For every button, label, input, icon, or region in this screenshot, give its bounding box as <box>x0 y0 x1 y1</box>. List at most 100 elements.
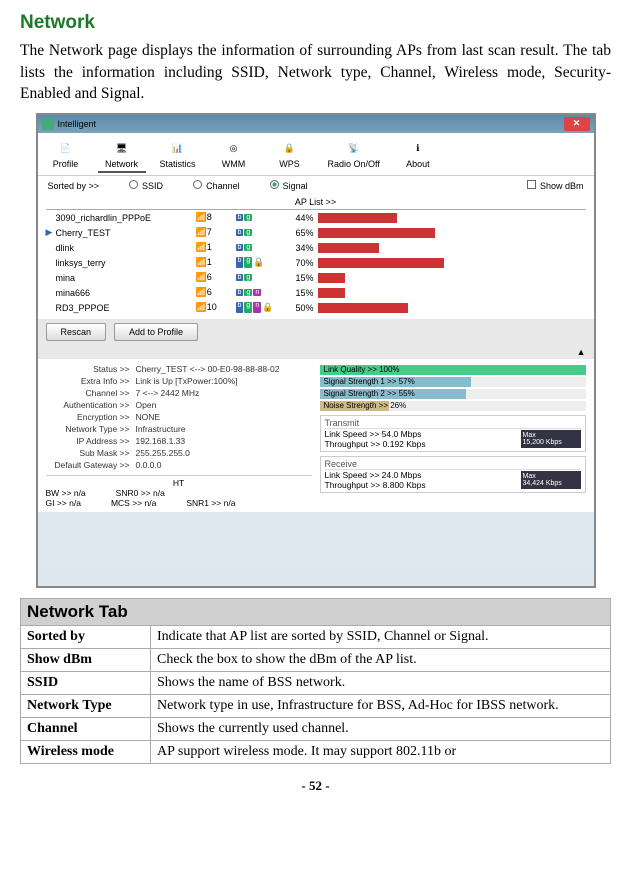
quality-bar: Noise Strength >> 26% <box>320 401 586 411</box>
ap-channel: 📶6 <box>196 287 236 298</box>
mode-g-icon: g <box>244 244 252 251</box>
ap-row[interactable]: linksys_terry 📶1 bg 🔒 70% <box>46 255 586 270</box>
tx-chart: Max15,200 Kbps <box>521 430 581 448</box>
ap-signal: 34% <box>296 243 586 253</box>
section-heading: Network <box>20 12 611 34</box>
ap-channel: 📶8 <box>196 212 236 223</box>
tab-wmm[interactable]: ◎WMM <box>210 135 258 173</box>
quality-bar: Signal Strength 1 >> 57% <box>320 377 586 387</box>
ap-row[interactable]: ▶ Cherry_TEST 📶7 bg 65% <box>46 225 586 240</box>
wps-icon: 🔒 <box>274 137 306 159</box>
ap-list-header: AP List >> <box>46 195 586 210</box>
mode-n-icon: n <box>253 302 261 313</box>
tab-statistics[interactable]: 📊Statistics <box>154 135 202 173</box>
add-to-profile-button[interactable]: Add to Profile <box>114 323 198 341</box>
window-title: Intelligent <box>58 119 97 129</box>
toolbar: 📄Profile 🖥Network 📊Statistics ◎WMM 🔒WPS … <box>38 133 594 176</box>
ap-row[interactable]: mina666 📶6 bgn 15% <box>46 285 586 300</box>
network-tab-table: Network Tab Sorted byIndicate that AP li… <box>20 598 611 764</box>
app-icon <box>42 118 54 130</box>
ap-row[interactable]: RD3_PPPOE 📶10 bgn 🔒 50% <box>46 300 586 315</box>
mode-g-icon: g <box>244 289 252 296</box>
detail-row: Network Type >>Infrastructure <box>46 423 312 435</box>
network-icon: 🖥 <box>106 137 138 159</box>
ht-snr1: SNR1 >> n/a <box>186 498 235 508</box>
show-dbm-checkbox[interactable]: Show dBm <box>527 180 584 191</box>
tab-radio[interactable]: 📡Radio On/Off <box>322 135 386 173</box>
mode-b-icon: b <box>236 257 244 268</box>
mode-b-icon: b <box>236 289 244 296</box>
mode-g-icon: g <box>244 257 252 268</box>
ap-row[interactable]: mina 📶6 bg 15% <box>46 270 586 285</box>
row-desc: Shows the currently used channel. <box>151 718 611 741</box>
table-row: SSIDShows the name of BSS network. <box>21 672 611 695</box>
table-section-header: Network Tab <box>21 599 611 626</box>
row-label: Sorted by <box>21 626 151 649</box>
details-panel: Status >>Cherry_TEST <--> 00-E0-98-88-88… <box>38 359 594 512</box>
sort-channel[interactable]: Channel <box>193 180 240 191</box>
expander[interactable]: ▲ <box>38 345 594 359</box>
ap-signal: 15% <box>296 288 586 298</box>
row-label: Network Type <box>21 695 151 718</box>
about-icon: ℹ <box>402 137 434 159</box>
details-right: Link Quality >> 100% Signal Strength 1 >>… <box>320 363 586 508</box>
ht-mcs: MCS >> n/a <box>111 498 156 508</box>
intro-paragraph: The Network page displays the informatio… <box>20 40 611 105</box>
ap-signal: 70% <box>296 258 586 268</box>
quality-bar: Link Quality >> 100% <box>320 365 586 375</box>
row-label: Channel <box>21 718 151 741</box>
ap-mode-icons: bgn <box>236 289 296 296</box>
ap-channel: 📶6 <box>196 272 236 283</box>
detail-row: Default Gateway >>0.0.0.0 <box>46 459 312 471</box>
tab-profile[interactable]: 📄Profile <box>42 135 90 173</box>
mode-b-icon: b <box>236 302 244 313</box>
quality-bar: Signal Strength 2 >> 55% <box>320 389 586 399</box>
sort-signal[interactable]: Signal <box>270 180 308 191</box>
page-number: - 52 - <box>20 778 611 794</box>
lock-icon: 🔒 <box>253 257 264 268</box>
mode-b-icon: b <box>236 229 244 236</box>
ap-ssid: linksys_terry <box>56 258 196 268</box>
sort-ssid[interactable]: SSID <box>129 180 163 191</box>
ap-ssid: RD3_PPPOE <box>56 303 196 313</box>
mode-g-icon: g <box>244 229 252 236</box>
detail-row: IP Address >>192.168.1.33 <box>46 435 312 447</box>
ap-mode-icons: bg <box>236 214 296 221</box>
mode-g-icon: g <box>244 214 252 221</box>
rescan-button[interactable]: Rescan <box>46 323 107 341</box>
sort-row: Sorted by >> SSID Channel Signal Show dB… <box>38 176 594 195</box>
ap-ssid: mina666 <box>56 288 196 298</box>
row-desc: AP support wireless mode. It may support… <box>151 741 611 764</box>
detail-row: Authentication >>Open <box>46 399 312 411</box>
mode-g-icon: g <box>244 274 252 281</box>
ap-ssid: Cherry_TEST <box>56 228 196 238</box>
table-row: Sorted byIndicate that AP list are sorte… <box>21 626 611 649</box>
ap-ssid: 3090_richardlin_PPPoE <box>56 213 196 223</box>
close-icon[interactable]: ✕ <box>564 117 590 131</box>
ap-mode-icons: bg 🔒 <box>236 257 296 268</box>
row-desc: Network type in use, Infrastructure for … <box>151 695 611 718</box>
mode-b-icon: b <box>236 214 244 221</box>
ap-row[interactable]: 3090_richardlin_PPPoE 📶8 bg 44% <box>46 210 586 225</box>
ap-signal: 15% <box>296 273 586 283</box>
rx-throughput: Throughput >> 8.800 Kbps <box>325 480 426 490</box>
titlebar: Intelligent ✕ <box>38 115 594 133</box>
table-row: Wireless modeAP support wireless mode. I… <box>21 741 611 764</box>
row-desc: Check the box to show the dBm of the AP … <box>151 649 611 672</box>
profile-icon: 📄 <box>50 137 82 159</box>
row-label: Wireless mode <box>21 741 151 764</box>
lock-icon: 🔒 <box>262 302 273 313</box>
wmm-icon: ◎ <box>218 137 250 159</box>
ap-signal: 65% <box>296 228 586 238</box>
tab-wps[interactable]: 🔒WPS <box>266 135 314 173</box>
rx-chart: Max34,424 Kbps <box>521 471 581 489</box>
tab-network[interactable]: 🖥Network <box>98 135 146 173</box>
ap-mode-icons: bgn 🔒 <box>236 302 296 313</box>
ap-row[interactable]: dlink 📶1 bg 34% <box>46 240 586 255</box>
ap-signal: 50% <box>296 303 586 313</box>
app-screenshot: Intelligent ✕ 📄Profile 🖥Network 📊Statist… <box>36 113 596 588</box>
ht-bw: BW >> n/a <box>46 488 86 498</box>
rx-link-speed: Link Speed >> 24.0 Mbps <box>325 470 426 480</box>
tab-about[interactable]: ℹAbout <box>394 135 442 173</box>
row-desc: Indicate that AP list are sorted by SSID… <box>151 626 611 649</box>
